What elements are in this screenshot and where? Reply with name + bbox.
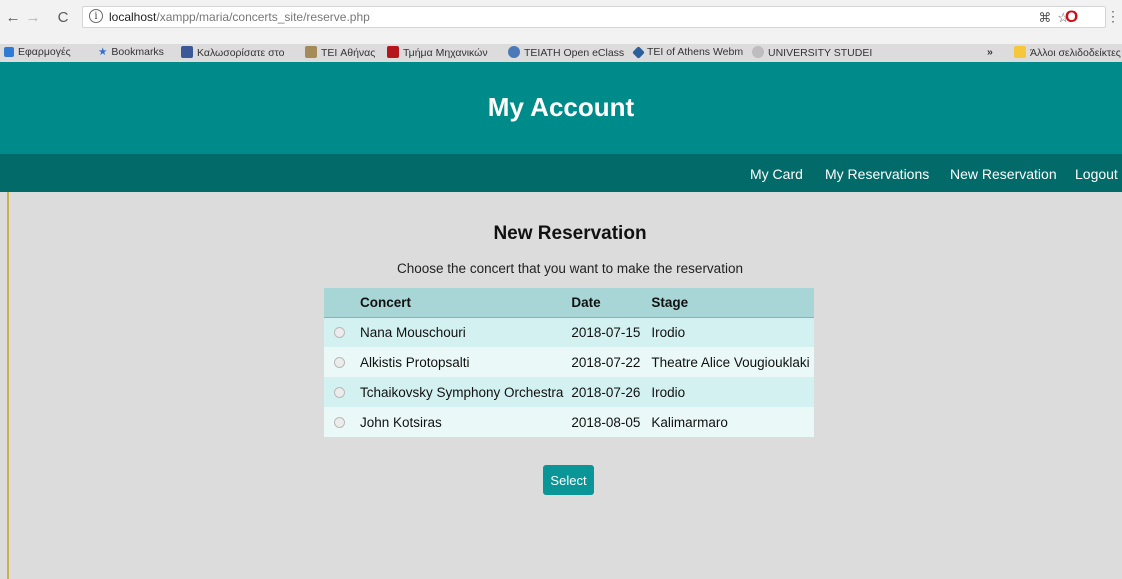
- column-header-concert: Concert: [356, 288, 568, 318]
- table-row[interactable]: Alkistis Protopsalti 2018-07-22 Theatre …: [324, 347, 814, 377]
- bookmark-label: Καλωσορίσατε στο: [197, 47, 285, 59]
- browser-menu-icon[interactable]: ⋮: [1106, 8, 1120, 25]
- bookmark-webmail[interactable]: TEI of Athens Webm: [632, 46, 744, 59]
- browser-toolbar: ← → C i localhost/xampp/maria/concerts_s…: [0, 0, 1122, 44]
- opera-extension-icon[interactable]: O: [1065, 7, 1078, 27]
- table-header-row: Concert Date Stage: [324, 288, 814, 318]
- bookmark-other[interactable]: Άλλοι σελιδοδείκτες: [1014, 46, 1121, 59]
- page-title: My Account: [487, 92, 635, 122]
- stage-cell: Theatre Alice Vougiouklaki: [647, 347, 814, 377]
- site-header: My Account: [0, 62, 1122, 154]
- bookmark-label: TEIATH Open eClass: [524, 47, 625, 59]
- apps-grid-icon: [4, 47, 14, 57]
- bookmark-apps[interactable]: Εφαρμογές: [4, 46, 71, 58]
- column-header-stage: Stage: [647, 288, 814, 318]
- webmail-icon: [632, 46, 645, 59]
- bookmark-eclass[interactable]: TEIATH Open eClass: [508, 46, 624, 59]
- nav-logout[interactable]: Logout: [1075, 166, 1118, 182]
- date-cell: 2018-08-05: [567, 407, 648, 437]
- date-cell: 2018-07-15: [567, 317, 648, 347]
- nav-my-reservations[interactable]: My Reservations: [825, 166, 929, 182]
- info-icon[interactable]: i: [89, 9, 103, 23]
- concert-radio[interactable]: [334, 356, 345, 368]
- bookmark-label: TEI of Athens Webm: [647, 46, 744, 58]
- concert-cell: Tchaikovsky Symphony Orchestra: [356, 377, 568, 407]
- main-nav: My Card My Reservations New Reservation …: [0, 154, 1122, 192]
- forward-arrow-icon[interactable]: →: [24, 9, 42, 27]
- eclass-icon: [508, 46, 520, 58]
- stage-cell: Irodio: [647, 377, 814, 407]
- address-url: localhost/xampp/maria/concerts_site/rese…: [109, 10, 370, 24]
- url-path: /xampp/maria/concerts_site/reserve.php: [156, 10, 370, 24]
- university-icon: [752, 46, 764, 58]
- nav-new-reservation[interactable]: New Reservation: [950, 166, 1057, 182]
- section-title: New Reservation: [493, 223, 647, 244]
- stage-cell: Irodio: [647, 317, 814, 347]
- bookmark-tmima[interactable]: Τμήμα Μηχανικών: [387, 46, 488, 59]
- star-icon: ★: [98, 46, 108, 58]
- date-cell: 2018-07-22: [567, 347, 648, 377]
- bookmark-label: Bookmarks: [111, 46, 164, 58]
- address-bar[interactable]: i localhost/xampp/maria/concerts_site/re…: [82, 6, 1106, 28]
- facebook-icon: [181, 46, 193, 58]
- back-arrow-icon[interactable]: ←: [4, 9, 22, 27]
- date-cell: 2018-07-26: [567, 377, 648, 407]
- bookmark-bookmarks[interactable]: ★ Bookmarks: [98, 46, 164, 58]
- department-logo-icon: [387, 46, 399, 58]
- table-row[interactable]: Tchaikovsky Symphony Orchestra 2018-07-2…: [324, 377, 814, 407]
- bookmark-tei-athinas[interactable]: TEI Αθήνας: [305, 46, 375, 59]
- page-border-line: [7, 192, 9, 579]
- concert-radio[interactable]: [334, 416, 345, 428]
- concert-cell: Nana Mouschouri: [356, 317, 568, 347]
- folder-icon: [1014, 46, 1026, 58]
- radio-cell: [324, 347, 356, 377]
- table-row[interactable]: John Kotsiras 2018-08-05 Kalimarmaro: [324, 407, 814, 437]
- select-button[interactable]: Select: [543, 465, 594, 495]
- nav-my-card[interactable]: My Card: [750, 166, 803, 182]
- concert-radio[interactable]: [334, 326, 345, 338]
- bookmark-facebook[interactable]: Καλωσορίσατε στο: [181, 46, 284, 59]
- concerts-table: Concert Date Stage Nana Mouschouri 2018-…: [324, 288, 814, 437]
- bookmark-label: Τμήμα Μηχανικών: [403, 47, 488, 59]
- bookmarks-overflow[interactable]: »: [987, 46, 993, 58]
- section-subtitle: Choose the concert that you want to make…: [397, 261, 743, 276]
- url-host: localhost: [109, 10, 157, 24]
- bookmark-label: Εφαρμογές: [18, 46, 71, 58]
- concert-cell: John Kotsiras: [356, 407, 568, 437]
- column-header-date: Date: [567, 288, 648, 318]
- stage-cell: Kalimarmaro: [647, 407, 814, 437]
- tei-logo-icon: [305, 46, 317, 58]
- bookmark-label: Άλλοι σελιδοδείκτες: [1030, 47, 1121, 59]
- bookmark-label: UNIVERSITY STUDEI: [768, 47, 873, 59]
- radio-cell: [324, 407, 356, 437]
- bookmarks-bar: Εφαρμογές ★ Bookmarks Καλωσορίσατε στο TE…: [0, 44, 1122, 62]
- table-row[interactable]: Nana Mouschouri 2018-07-15 Irodio: [324, 317, 814, 347]
- bookmark-label: TEI Αθήνας: [321, 47, 376, 59]
- bookmark-university[interactable]: UNIVERSITY STUDEI: [752, 46, 872, 59]
- radio-cell: [324, 377, 356, 407]
- reload-icon[interactable]: C: [54, 9, 72, 27]
- radio-cell: [324, 317, 356, 347]
- header-radio-column: [324, 288, 356, 318]
- concert-radio[interactable]: [334, 386, 345, 398]
- concert-cell: Alkistis Protopsalti: [356, 347, 568, 377]
- page: My Account My Card My Reservations New R…: [0, 62, 1122, 579]
